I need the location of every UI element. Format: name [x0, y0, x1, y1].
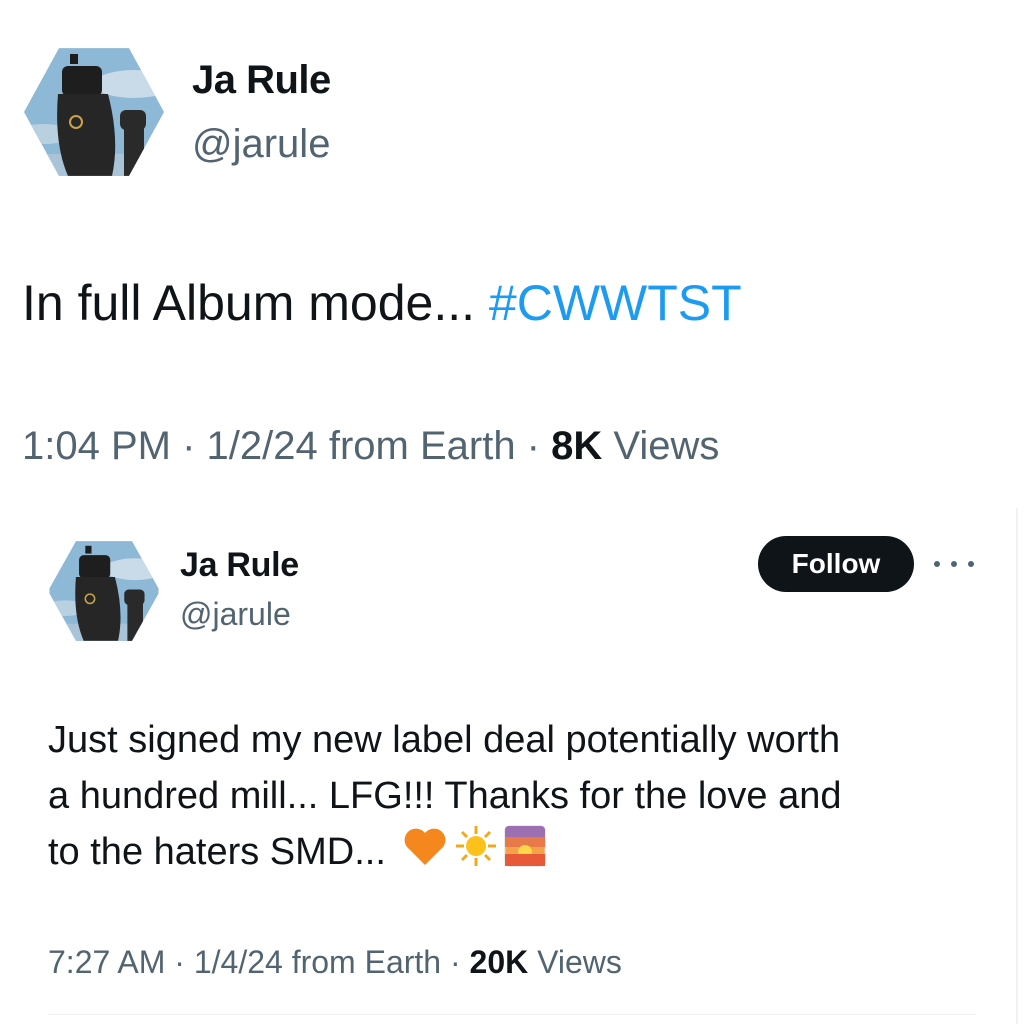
- tweet-body: In full Album mode...: [22, 275, 489, 331]
- follow-button[interactable]: Follow: [758, 536, 914, 592]
- dot: [934, 561, 940, 567]
- orange-heart-icon: [402, 825, 448, 883]
- author-handle[interactable]: @jarule: [192, 122, 330, 167]
- divider: [48, 1014, 976, 1015]
- tweet-card: Ja Rule @jarule Follow Just signed my ne…: [0, 508, 1018, 1024]
- tweet-time[interactable]: 7:27 AM: [48, 944, 165, 980]
- tweet-screenshot: Ja Rule @jarule In full Album mode... #C…: [0, 0, 1024, 1024]
- dot: [951, 561, 957, 567]
- views-label: Views: [613, 424, 720, 468]
- tweet-line-3-text: to the haters SMD...: [48, 831, 386, 874]
- meta-separator: ·: [170, 424, 207, 468]
- tweet-metadata: 1:04 PM · 1/2/24 from Earth · 8K Views: [22, 424, 719, 469]
- sunrise-icon: [504, 825, 546, 883]
- views-count: 20K: [469, 944, 529, 980]
- tweet-date[interactable]: 1/2/24 from Earth: [207, 424, 516, 468]
- avatar-image: [24, 48, 164, 176]
- author-name[interactable]: Ja Rule: [180, 546, 299, 585]
- meta-separator: ·: [441, 944, 470, 980]
- tweet-date[interactable]: 1/4/24 from Earth: [194, 944, 441, 980]
- more-options-icon[interactable]: [934, 554, 974, 574]
- tweet-time[interactable]: 1:04 PM: [22, 424, 171, 468]
- avatar[interactable]: [48, 541, 160, 641]
- tweet-line-2: a hundred mill... LFG!!! Thanks for the …: [48, 775, 842, 817]
- tweet-line-1: Just signed my new label deal potentiall…: [48, 719, 841, 761]
- sun-icon: [454, 824, 498, 884]
- author-name[interactable]: Ja Rule: [192, 58, 331, 103]
- avatar[interactable]: [24, 48, 164, 176]
- meta-separator: ·: [515, 424, 552, 468]
- tweet-line-3: to the haters SMD...: [48, 824, 988, 884]
- dot: [968, 561, 974, 567]
- tweet-text: In full Album mode... #CWWTST: [22, 273, 742, 333]
- hashtag-link[interactable]: #CWWTST: [489, 275, 742, 331]
- tweet-metadata: 7:27 AM · 1/4/24 from Earth · 20K Views: [48, 944, 622, 981]
- views-label: Views: [537, 944, 622, 980]
- tweet-text: Just signed my new label deal potentiall…: [48, 712, 988, 884]
- meta-separator: ·: [165, 944, 194, 980]
- views-count: 8K: [551, 424, 603, 468]
- author-handle[interactable]: @jarule: [180, 596, 291, 633]
- avatar-image: [48, 541, 160, 641]
